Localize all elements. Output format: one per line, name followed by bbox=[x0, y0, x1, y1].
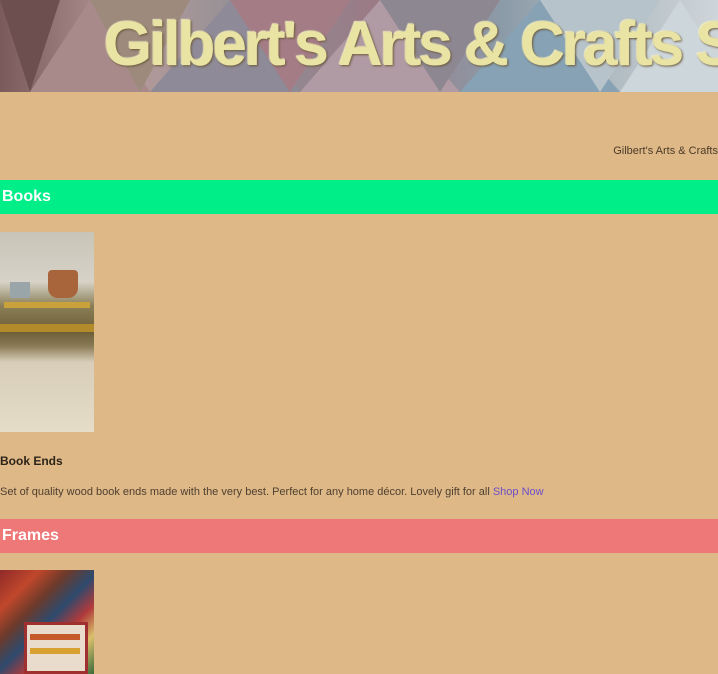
section-header-books: Books bbox=[0, 180, 718, 214]
shop-title: Gilbert's Arts & Crafts Shop bbox=[104, 10, 718, 79]
item-title: Book Ends bbox=[0, 454, 63, 468]
breadcrumb[interactable]: Gilbert's Arts & Crafts bbox=[613, 145, 718, 157]
section-header-frames: Frames bbox=[0, 519, 718, 553]
book-ends-image[interactable] bbox=[0, 232, 94, 432]
section-label: Books bbox=[2, 188, 51, 205]
section-label: Frames bbox=[2, 527, 59, 544]
item-description-text: Set of quality wood book ends made with … bbox=[0, 486, 490, 498]
frames-image[interactable] bbox=[0, 570, 94, 674]
shop-now-link[interactable]: Shop Now bbox=[493, 486, 544, 498]
header-banner: Gilbert's Arts & Crafts Shop bbox=[0, 0, 718, 92]
item-description: Set of quality wood book ends made with … bbox=[0, 486, 544, 498]
